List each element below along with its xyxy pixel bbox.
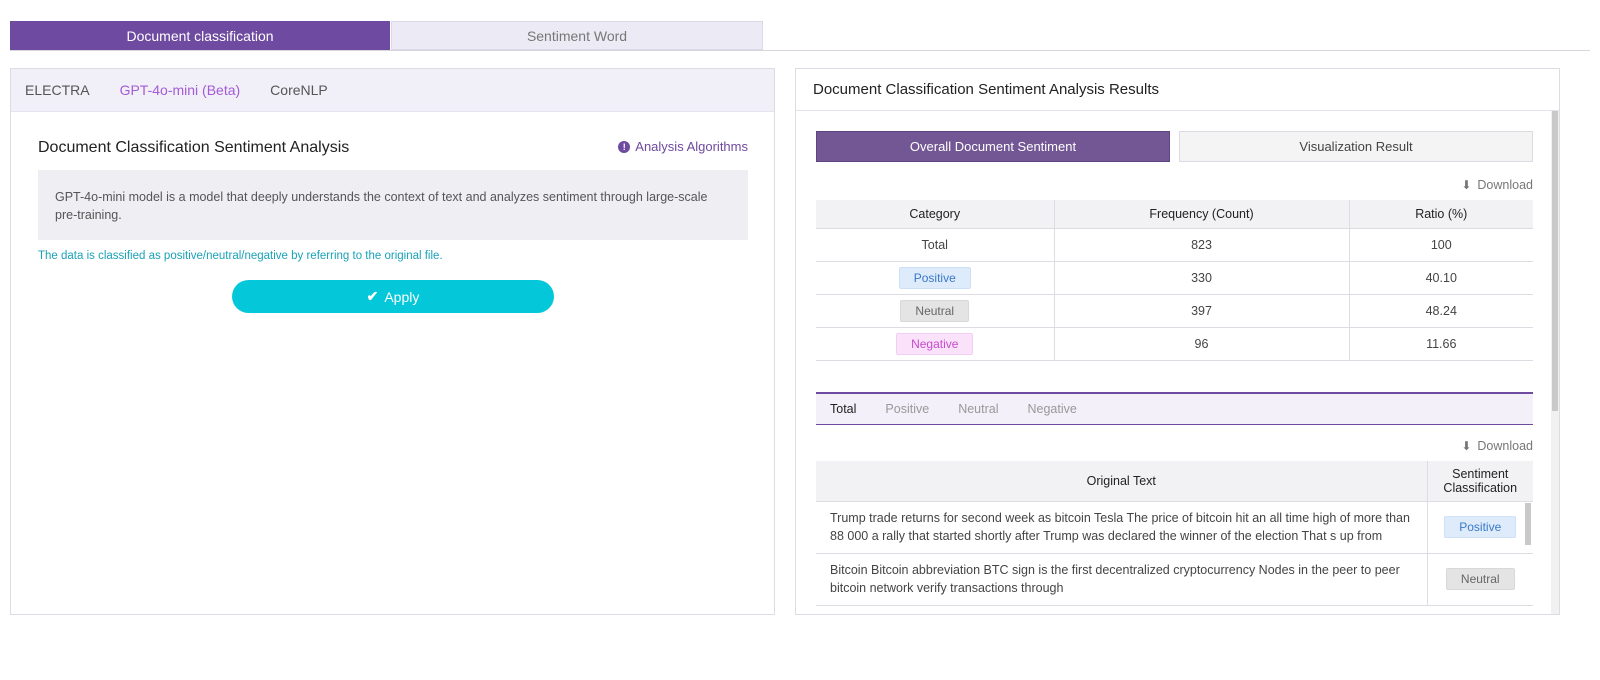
filter-tab-neutral[interactable]: Neutral	[958, 402, 998, 416]
tab-document-classification[interactable]: Document classification	[10, 21, 390, 50]
analysis-algorithms-link[interactable]: ! Analysis Algorithms	[618, 139, 748, 154]
analysis-algorithms-label: Analysis Algorithms	[635, 139, 748, 154]
model-tab-gpt4o-mini[interactable]: GPT-4o-mini (Beta)	[120, 82, 241, 98]
info-icon: !	[618, 140, 631, 153]
count-cell: 823	[1054, 228, 1350, 262]
header-sentiment-classification: Sentiment Classification	[1427, 461, 1533, 502]
analysis-title: Document Classification Sentiment Analys…	[38, 139, 350, 156]
count-cell: 397	[1054, 294, 1350, 328]
summary-download-button[interactable]: ⬇ Download	[1461, 178, 1533, 192]
classification-cell: Positive	[1427, 501, 1533, 554]
panel-scrollbar-thumb[interactable]	[1552, 111, 1558, 411]
table-row: Total 823 100	[816, 228, 1533, 262]
header-ratio: Ratio (%)	[1349, 200, 1533, 229]
header-category: Category	[816, 200, 1055, 229]
ratio-cell: 40.10	[1349, 261, 1533, 295]
negative-badge: Negative	[896, 332, 974, 355]
check-icon: ✔	[366, 288, 379, 304]
table-row: Neutral 397 48.24	[816, 294, 1533, 328]
panel-scrollbar[interactable]	[1551, 111, 1559, 614]
apply-label: Apply	[384, 288, 420, 305]
original-text-cell: Trump trade returns for second week as b…	[816, 501, 1428, 554]
sentiment-filter-tabs: Total Positive Neutral Negative	[816, 392, 1533, 425]
classification-cell: Neutral	[1427, 553, 1533, 606]
filter-tab-negative[interactable]: Negative	[1027, 402, 1076, 416]
apply-button[interactable]: ✔ Apply	[232, 280, 554, 313]
model-tab-bar: ELECTRA GPT-4o-mini (Beta) CoreNLP	[11, 69, 774, 112]
tab-sentiment-word[interactable]: Sentiment Word	[391, 21, 763, 50]
download-icon: ⬇	[1461, 439, 1472, 453]
model-description: GPT-4o-mini model is a model that deeply…	[38, 170, 748, 240]
tab-overall-document-sentiment[interactable]: Overall Document Sentiment	[816, 131, 1170, 162]
text-download-button[interactable]: ⬇ Download	[1461, 439, 1533, 453]
positive-badge: Positive	[898, 266, 971, 289]
category-cell: Positive	[816, 261, 1055, 295]
model-tab-electra[interactable]: ELECTRA	[25, 82, 90, 98]
ratio-cell: 48.24	[1349, 294, 1533, 328]
filter-tab-positive[interactable]: Positive	[885, 402, 929, 416]
download-label: Download	[1477, 178, 1533, 192]
category-cell: Total	[816, 228, 1055, 262]
top-tab-bar: Document classification Sentiment Word	[10, 21, 1590, 51]
positive-badge: Positive	[1444, 516, 1517, 538]
neutral-badge: Neutral	[900, 299, 970, 322]
original-text-cell: Bitcoin Bitcoin abbreviation BTC sign is…	[816, 553, 1428, 606]
ratio-cell: 100	[1349, 228, 1533, 262]
table-row[interactable]: Bitcoin Bitcoin abbreviation BTC sign is…	[816, 553, 1533, 606]
classification-note: The data is classified as positive/neutr…	[38, 250, 443, 262]
table-row: Positive 330 40.10	[816, 261, 1533, 295]
table-scrollbar-thumb[interactable]	[1525, 503, 1531, 545]
ratio-cell: 11.66	[1349, 327, 1533, 361]
table-row: Negative 96 11.66	[816, 327, 1533, 361]
results-tab-bar: Overall Document Sentiment Visualization…	[816, 131, 1533, 162]
category-cell: Neutral	[816, 294, 1055, 328]
header-frequency: Frequency (Count)	[1054, 200, 1350, 229]
neutral-badge: Neutral	[1445, 568, 1515, 590]
table-row[interactable]: Trump trade returns for second week as b…	[816, 501, 1533, 554]
count-cell: 96	[1054, 327, 1350, 361]
download-icon: ⬇	[1461, 178, 1472, 192]
results-title: Document Classification Sentiment Analys…	[796, 69, 1559, 111]
original-text-table: Original Text Sentiment Classification T…	[816, 461, 1533, 606]
header-original-text: Original Text	[816, 461, 1428, 502]
category-cell: Negative	[816, 327, 1055, 361]
analysis-settings-panel: ELECTRA GPT-4o-mini (Beta) CoreNLP Docum…	[10, 68, 775, 615]
download-label: Download	[1477, 439, 1533, 453]
count-cell: 330	[1054, 261, 1350, 295]
sentiment-summary-table: Category Frequency (Count) Ratio (%) Tot…	[816, 200, 1533, 361]
filter-tab-total[interactable]: Total	[830, 402, 856, 416]
results-panel: Document Classification Sentiment Analys…	[795, 68, 1560, 615]
model-tab-corenlp[interactable]: CoreNLP	[270, 82, 328, 98]
tab-visualization-result[interactable]: Visualization Result	[1179, 131, 1533, 162]
